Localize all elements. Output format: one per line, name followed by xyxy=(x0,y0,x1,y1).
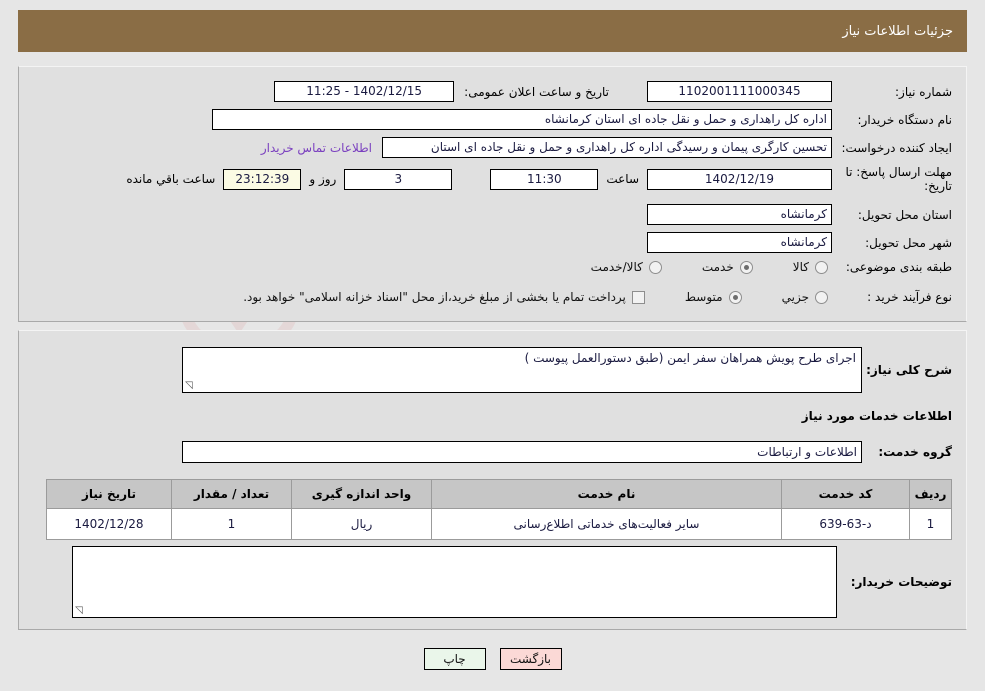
process-type-row: نوع فرآیند خرید : جزیي متوسط پرداخت تمام… xyxy=(243,290,952,304)
col-name: نام خدمت xyxy=(431,479,782,509)
remaining-time-label: ساعت باقي مانده xyxy=(126,172,216,186)
resize-grip-icon-notes[interactable]: ◸ xyxy=(75,605,85,616)
treasury-checkbox[interactable] xyxy=(631,290,645,304)
category-option-khedmat-label: خدمت xyxy=(701,260,734,274)
service-details-panel: شرح کلی نیاز: اجرای طرح پویش همراهان سفر… xyxy=(18,330,967,630)
general-desc-value: اجرای طرح پویش همراهان سفر ایمن (طبق دست… xyxy=(524,351,856,365)
buyer-contact-link[interactable]: اطلاعات تماس خریدار xyxy=(261,141,372,155)
cell-quantity: 1 xyxy=(171,508,292,540)
request-creator-label: ایجاد کننده درخواست: xyxy=(841,140,952,155)
need-number-row: شماره نیاز: 1102001111000345 تاریخ و ساع… xyxy=(274,81,952,102)
cell-name: سایر فعالیت‌های خدماتی اطلاع‌رسانی xyxy=(431,508,782,540)
category-option-kala-khedmat-label: کالا/خدمت xyxy=(590,260,643,274)
process-option-jozi-label: جزیي xyxy=(781,290,809,304)
remaining-days-value: 3 xyxy=(344,168,453,190)
request-creator-row: ایجاد کننده درخواست: تحسین کارگری پیمان … xyxy=(261,137,952,158)
category-option-kala-label: کالا xyxy=(792,260,809,274)
delivery-province-row: استان محل تحویل: کرمانشاه xyxy=(647,204,952,225)
category-row: طبقه بندی موضوعی: کالا خدمت کالا/خدمت xyxy=(591,260,952,274)
buyer-org-value: اداره کل راهداری و حمل و نقل جاده ای است… xyxy=(212,109,832,130)
footer-actions: بازگشت چاپ xyxy=(18,638,967,683)
buyer-notes-row: توضیحات خریدار: ◸ xyxy=(72,546,952,618)
buyer-notes-textarea[interactable]: ◸ xyxy=(72,546,837,618)
buyer-notes-label: توضیحات خریدار: xyxy=(850,575,952,589)
remaining-days-label: روز و xyxy=(309,172,337,186)
print-button[interactable]: چاپ xyxy=(423,648,486,670)
delivery-city-label: شهر محل تحویل: xyxy=(865,235,952,250)
deadline-date-value: 1402/12/19 xyxy=(647,168,832,190)
need-info-panel: شماره نیاز: 1102001111000345 تاریخ و ساع… xyxy=(18,66,967,322)
general-desc-row: شرح کلی نیاز: اجرای طرح پویش همراهان سفر… xyxy=(182,347,952,393)
deadline-row: مهلت ارسال پاسخ: تا تاریخ: 1402/12/19 سا… xyxy=(126,165,952,193)
col-index: ردیف xyxy=(909,479,952,509)
need-number-label: شماره نیاز: xyxy=(895,84,952,99)
buyer-org-label: نام دستگاه خریدار: xyxy=(857,112,953,127)
need-number-value: 1102001111000345 xyxy=(647,81,832,102)
services-section-title: اطلاعات خدمات مورد نیاز xyxy=(801,409,952,423)
buyer-org-row: نام دستگاه خریدار: اداره کل راهداری و حم… xyxy=(212,109,952,130)
treasury-note-label: پرداخت تمام یا بخشی از مبلغ خرید،از محل … xyxy=(243,290,626,304)
general-desc-textarea[interactable]: اجرای طرح پویش همراهان سفر ایمن (طبق دست… xyxy=(182,347,862,393)
process-option-motevaset[interactable]: متوسط xyxy=(685,290,742,304)
treasury-checkbox-group[interactable]: پرداخت تمام یا بخشی از مبلغ خرید،از محل … xyxy=(243,290,645,304)
table-row: 1 د-63-639 سایر فعالیت‌های خدماتی اطلاع‌… xyxy=(46,508,952,540)
category-option-khedmat[interactable]: خدمت xyxy=(702,260,753,274)
delivery-city-row: شهر محل تحویل: کرمانشاه xyxy=(647,232,952,253)
process-option-motevaset-label: متوسط xyxy=(684,290,723,304)
category-label: طبقه بندی موضوعی: xyxy=(845,260,952,274)
process-radio-motevaset[interactable] xyxy=(728,290,742,304)
cell-index: 1 xyxy=(909,508,952,540)
col-unit: واحد اندازه گیری xyxy=(291,479,432,509)
deadline-hour-label: ساعت xyxy=(606,172,639,186)
delivery-city-value: کرمانشاه xyxy=(647,232,832,253)
category-option-kala-khedmat[interactable]: کالا/خدمت xyxy=(591,260,662,274)
general-desc-label: شرح کلی نیاز: xyxy=(866,363,952,377)
remaining-time-value: 23:12:39 xyxy=(223,168,302,190)
category-radio-khedmat[interactable] xyxy=(739,260,753,274)
deadline-hour-value: 11:30 xyxy=(490,168,599,190)
cell-code: د-63-639 xyxy=(781,508,910,540)
cell-unit: ریال xyxy=(291,508,432,540)
announce-datetime-value: 1402/12/15 - 11:25 xyxy=(274,81,455,102)
process-type-label: نوع فرآیند خرید : xyxy=(867,290,952,304)
page-title-bar: جزئیات اطلاعات نیاز xyxy=(18,10,967,52)
resize-grip-icon[interactable]: ◸ xyxy=(185,380,195,391)
deadline-label: مهلت ارسال پاسخ: تا تاریخ: xyxy=(845,165,952,193)
col-code: کد خدمت xyxy=(781,479,910,509)
back-button[interactable]: بازگشت xyxy=(499,648,562,670)
delivery-province-label: استان محل تحویل: xyxy=(857,207,952,222)
service-items-table: ردیف کد خدمت نام خدمت واحد اندازه گیری ت… xyxy=(46,479,952,540)
cell-need-date: 1402/12/28 xyxy=(46,508,172,540)
col-need-date: تاریخ نیاز xyxy=(46,479,172,509)
process-radio-jozi[interactable] xyxy=(815,290,828,304)
category-option-kala[interactable]: کالا xyxy=(793,260,828,274)
service-group-label: گروه خدمت: xyxy=(878,445,952,459)
service-group-row: گروه خدمت: اطلاعات و ارتباطات xyxy=(182,441,952,463)
category-radio-kala[interactable] xyxy=(815,260,828,274)
category-radio-kala-khedmat[interactable] xyxy=(648,260,662,274)
delivery-province-value: کرمانشاه xyxy=(647,204,832,225)
table-header-row: ردیف کد خدمت نام خدمت واحد اندازه گیری ت… xyxy=(46,479,952,509)
announce-datetime-label: تاریخ و ساعت اعلان عمومی: xyxy=(464,84,609,99)
page-title: جزئیات اطلاعات نیاز xyxy=(842,23,953,39)
process-option-jozi[interactable]: جزیي xyxy=(782,290,828,304)
services-section-title-row: اطلاعات خدمات مورد نیاز xyxy=(802,409,952,423)
request-creator-value: تحسین کارگری پیمان و رسیدگی اداره کل راه… xyxy=(382,137,832,158)
service-group-value: اطلاعات و ارتباطات xyxy=(182,441,862,463)
col-quantity: تعداد / مقدار xyxy=(171,479,292,509)
